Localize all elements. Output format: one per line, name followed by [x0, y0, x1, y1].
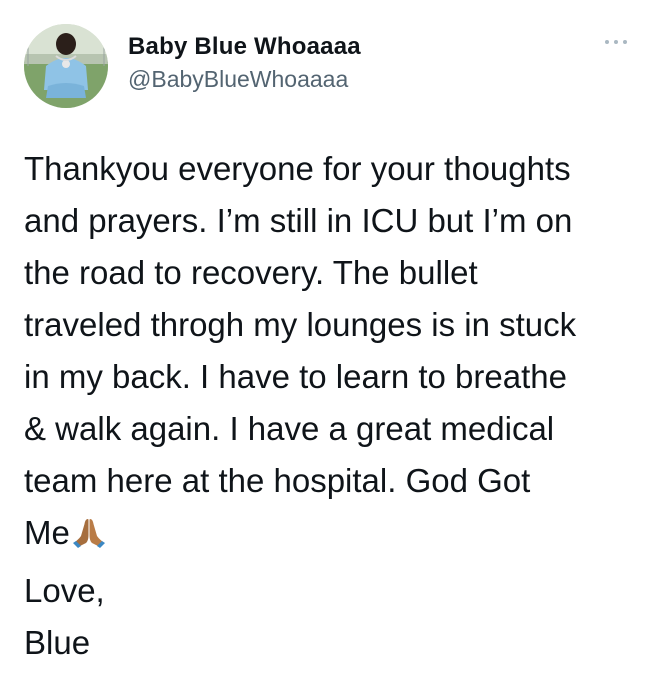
more-horizontal-icon-dot: [614, 40, 618, 44]
tweet-line: in my back. I have to learn to breathe: [24, 358, 567, 395]
tweet-text: Thankyou everyone for your thoughts and …: [24, 143, 644, 669]
tweet-line: Blue: [24, 624, 91, 661]
tweet-line: & walk again. I have a great medical: [24, 410, 555, 447]
tweet-line: and prayers. I’m still in ICU but I’m on: [24, 202, 573, 239]
avatar-photo: [24, 24, 108, 108]
folded-hands-icon: [72, 513, 106, 565]
tweet-line: team here at the hospital. God Got: [24, 462, 531, 499]
more-horizontal-icon-dot: [623, 40, 627, 44]
display-name[interactable]: Baby Blue Whoaaaa: [128, 32, 361, 62]
tweet-line: the road to recovery. The bullet: [24, 254, 478, 291]
avatar[interactable]: [24, 24, 108, 108]
more-options-button[interactable]: [596, 30, 636, 54]
tweet-line: traveled throgh my lounges is in stuck: [24, 306, 577, 343]
user-handle[interactable]: @BabyBlueWhoaaaa: [128, 64, 361, 94]
tweet-line-text: Me: [24, 514, 70, 551]
more-horizontal-icon: [605, 40, 609, 44]
tweet-line-with-emoji: Me: [24, 507, 644, 565]
tweet-line: Thankyou everyone for your thoughts: [24, 150, 571, 187]
tweet-card: Baby Blue Whoaaaa @BabyBlueWhoaaaa Thank…: [0, 0, 660, 678]
tweet-header: Baby Blue Whoaaaa @BabyBlueWhoaaaa: [128, 32, 361, 94]
tweet-line: Love,: [24, 572, 105, 609]
